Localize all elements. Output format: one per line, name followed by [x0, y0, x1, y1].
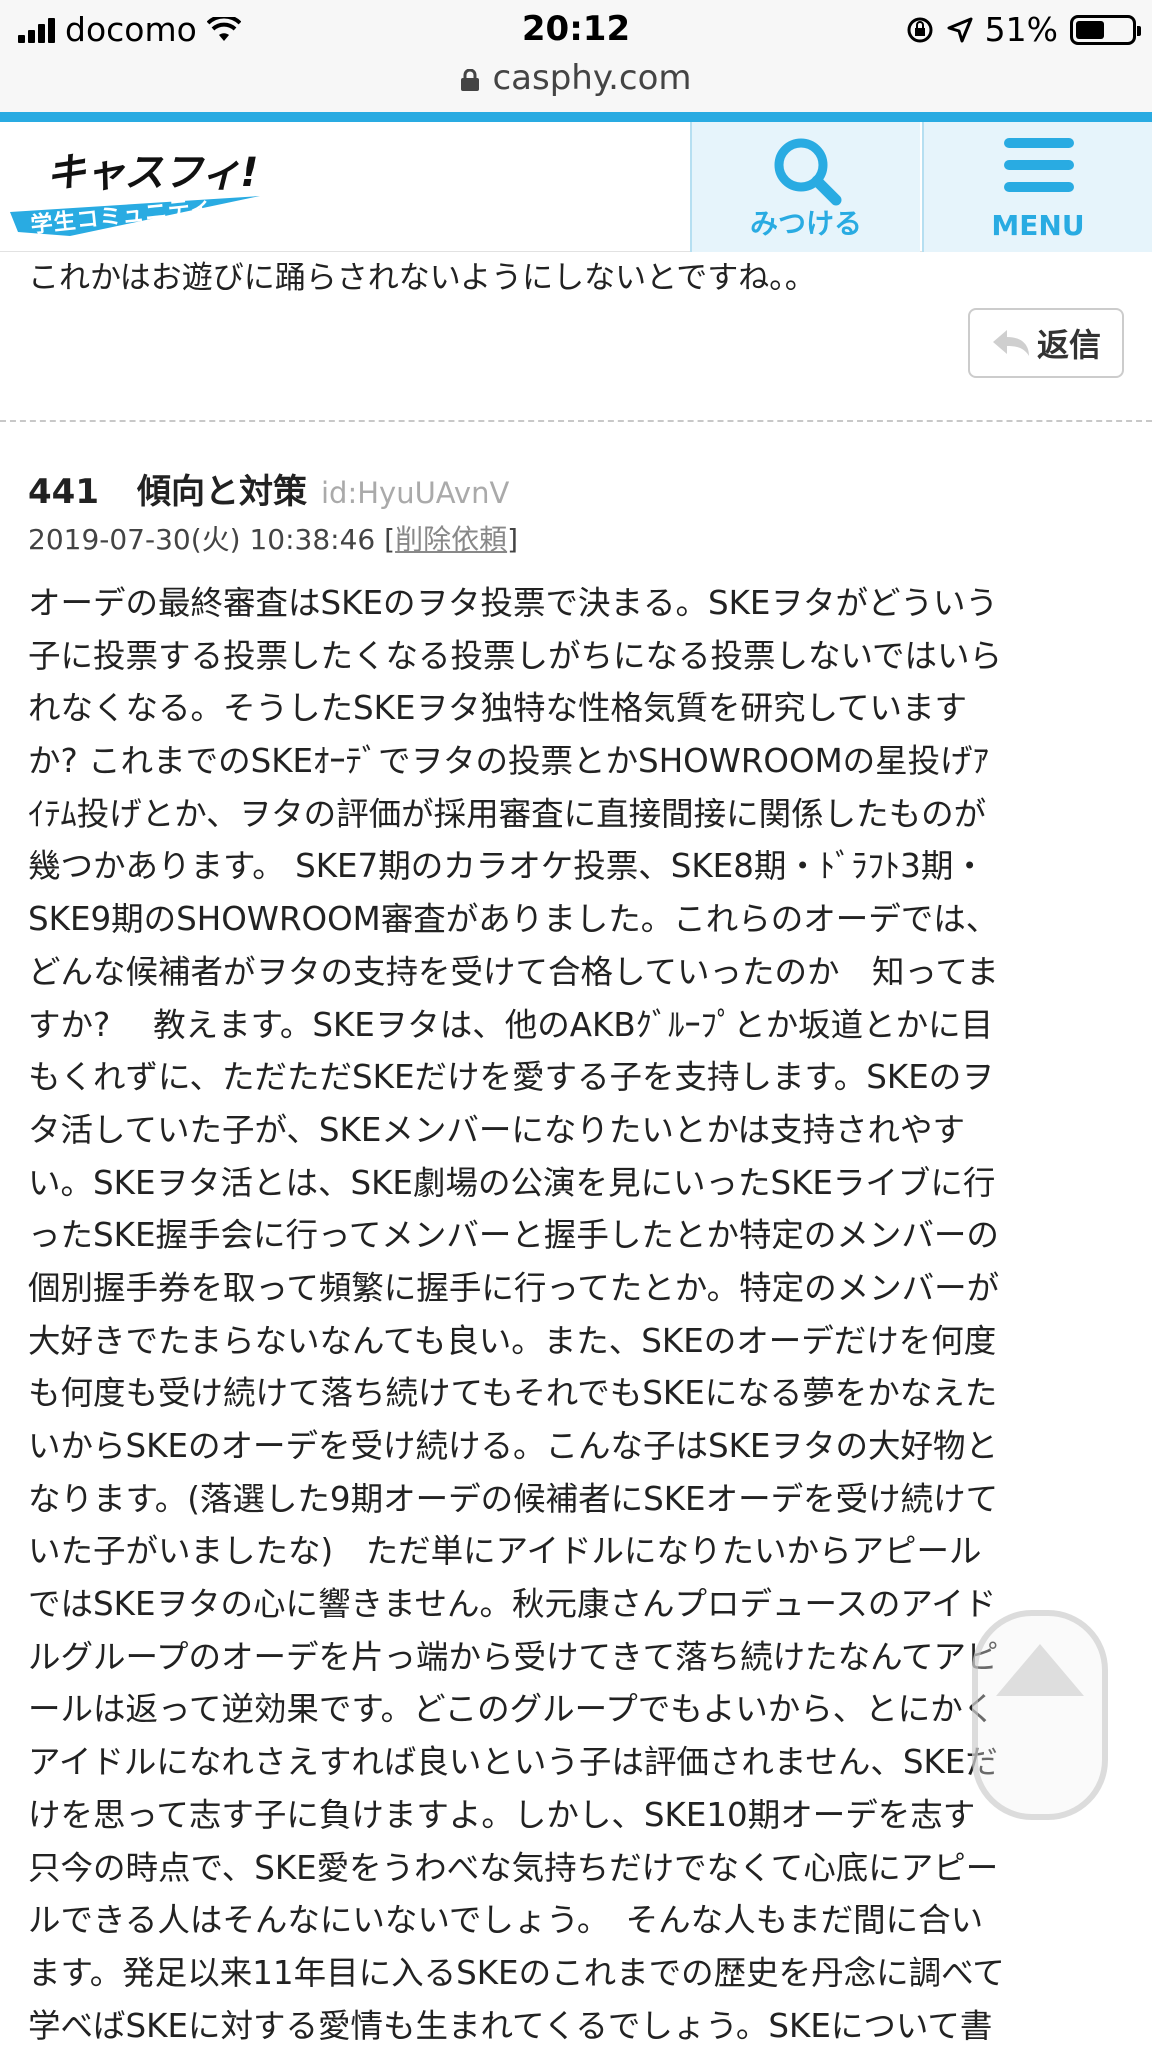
post-header: 441 傾向と対策 id:HyuUAvnV	[28, 464, 509, 513]
battery-icon	[1070, 14, 1141, 45]
address-bar[interactable]: casphy.com	[0, 58, 1152, 112]
find-button[interactable]: みつける	[690, 122, 920, 252]
post-body-line: ではSKEヲタの心に響きません。秋元康さんプロデュースのアイド	[28, 1585, 997, 1624]
post-body-line: 個別握手券を取って頻繁に握手に行ってたとか。特定のメンバーが	[28, 1268, 1000, 1307]
post-body-line: ます。発足以来11年目に入るSKEのこれまでの歴史を丹念に調べて	[28, 1953, 1005, 1992]
post-body-line: 子に投票する投票したくなる投票しがちになる投票しないではいら	[28, 636, 1003, 675]
post-body: オーデの最終審査はSKEのヲタ投票で決まる。SKEヲタがどういう 子に投票する投票…	[28, 577, 1138, 2048]
post-body-line: タ活していた子が、SKEメンバーになりたいとかは支持されやす	[28, 1110, 966, 1149]
status-right: 51%	[905, 10, 1141, 49]
scroll-top-button[interactable]	[972, 1610, 1108, 1820]
site-header: キャスフィ! 学生コミュニティ みつける MENU	[0, 112, 1152, 252]
url-text: casphy.com	[492, 58, 692, 98]
post-body-line: 学べばSKEに対する愛情も生まれてくるでしょう。SKEについて書	[28, 2006, 993, 2045]
post-body-line: い。SKEヲタ活とは、SKE劇場の公演を見にいったSKEライブに行	[28, 1163, 996, 1202]
orientation-lock-icon	[907, 17, 933, 42]
post-body-line: 幾つかあります。 SKE7期のカラオケ投票、SKE8期・ﾄﾞﾗﾌﾄ3期・	[28, 847, 986, 886]
post-meta: 2019-07-30(火) 10:38:46 [削除依頼]	[28, 523, 519, 556]
post-body-line: もくれずに、ただただSKEだけを愛する子を支持します。SKEのヲ	[28, 1058, 994, 1097]
post-body-line: ルできる人はそんなにいないでしょう。 そんな人もまだ間に合い	[28, 1901, 984, 1940]
post-body-line: どんな候補者がヲタの支持を受けて合格していったのか 知ってま	[28, 952, 999, 991]
post-body-line: ったSKE握手会に行ってメンバーと握手したとか特定のメンバーの	[28, 1216, 999, 1255]
post-body-line: ｲﾃﾑ投げとか、ヲタの評価が採用審査に直接間接に関係したものが	[28, 794, 987, 833]
previous-post-text: これかはお遊びに踊らされないようにしないとですね。。	[28, 260, 816, 296]
find-label: みつける	[749, 207, 862, 240]
menu-button[interactable]: MENU	[922, 122, 1152, 252]
status-bar: docomo 20:12 51%	[0, 0, 1152, 58]
post-body-line: 只今の時点で、SKE愛をうわべな気持ちだけでなくて心底にアピー	[28, 1848, 999, 1887]
post-body-line: 大好きでたまらないなんても良い。また、SKEのオーデだけを何度	[28, 1321, 997, 1360]
post-body-line: オーデの最終審査はSKEのヲタ投票で決まる。SKEヲタがどういう	[28, 584, 998, 622]
reply-arrow-icon	[992, 330, 1029, 356]
post-title: 傾向と対策	[136, 472, 307, 512]
post-body-line: か? これまでのSKEｵｰﾃﾞでヲタの投票とかSHOWROOMの星投げｱ	[28, 742, 989, 781]
logo-text: キャスフィ!	[46, 150, 258, 196]
reply-label: 返信	[1036, 326, 1101, 364]
search-icon	[774, 138, 842, 206]
delete-request-link[interactable]: 削除依頼	[395, 523, 507, 556]
location-icon	[947, 17, 973, 42]
reply-button[interactable]: 返信	[968, 308, 1124, 378]
post-user-id: id:HyuUAvnV	[320, 476, 510, 510]
post-body-line: いた子がいましたな) ただ単にアイドルになりたいからアピール	[28, 1532, 982, 1571]
post-body-line: なります。(落選した9期オーデの候補者にSKEオーデを受け続けて	[28, 1479, 999, 1518]
post-body-line: すか? 教えます。SKEヲタは、他のAKBｸﾞﾙｰﾌﾟとか坂道とかに目	[28, 1005, 994, 1044]
battery-percent: 51%	[984, 10, 1058, 49]
up-arrow-icon	[996, 1644, 1084, 1696]
post-number: 441	[28, 472, 99, 512]
post-divider	[0, 420, 1152, 422]
menu-label: MENU	[991, 209, 1085, 242]
post-timestamp: 2019-07-30(火) 10:38:46	[28, 523, 376, 556]
post-body-line: も何度も受け続けて落ち続けてもそれでもSKEになる夢をかなえた	[28, 1374, 998, 1413]
hamburger-icon	[1004, 138, 1074, 192]
post-body-line: けを思って志す子に負けますよ。しかし、SKE10期オーデを志す	[28, 1795, 976, 1834]
site-logo[interactable]: キャスフィ! 学生コミュニティ	[10, 132, 270, 242]
post-body-line: れなくなる。そうしたSKEヲタ独特な性格気質を研究しています	[28, 689, 968, 728]
lock-icon	[461, 69, 480, 91]
post-body-line: いからSKEのオーデを受け続ける。こんな子はSKEヲタの大好物と	[28, 1427, 998, 1465]
post-body-line: SKE9期のSHOWROOM審査がありました。これらのオーデでは、	[28, 900, 999, 939]
